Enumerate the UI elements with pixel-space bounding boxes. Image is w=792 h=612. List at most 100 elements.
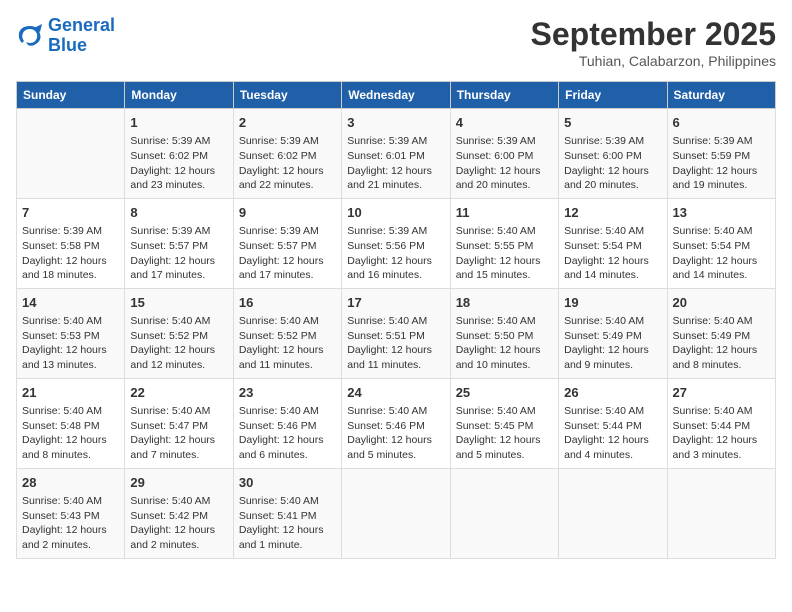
day-info: Sunrise: 5:40 AM Sunset: 5:49 PM Dayligh… (564, 314, 661, 373)
calendar-cell: 28 Sunrise: 5:40 AM Sunset: 5:43 PM Dayli… (17, 468, 125, 558)
day-info: Sunrise: 5:40 AM Sunset: 5:44 PM Dayligh… (673, 404, 770, 463)
calendar-cell: 10Sunrise: 5:39 AM Sunset: 5:56 PM Dayli… (342, 198, 450, 288)
day-number: 29 (130, 474, 227, 492)
day-info: Sunrise: 5:39 AM Sunset: 5:57 PM Dayligh… (239, 224, 336, 283)
week-row-3: 21Sunrise: 5:40 AM Sunset: 5:48 PM Dayli… (17, 378, 776, 468)
day-number: 1 (130, 114, 227, 132)
logo-line1: General (48, 15, 115, 35)
day-number: 19 (564, 294, 661, 312)
day-number: 23 (239, 384, 336, 402)
calendar-cell: 15 Sunrise: 5:40 AM Sunset: 5:52 PM Dayli… (125, 288, 233, 378)
day-number: 15 (130, 294, 227, 312)
day-number: 26 (564, 384, 661, 402)
day-info: Sunrise: 5:40 AM Sunset: 5:47 PM Dayligh… (130, 404, 227, 463)
weekday-header-friday: Friday (559, 82, 667, 109)
day-info: Sunrise: 5:39 AM Sunset: 5:59 PM Dayligh… (673, 134, 770, 193)
weekday-header-wednesday: Wednesday (342, 82, 450, 109)
calendar-cell: 17Sunrise: 5:40 AM Sunset: 5:51 PM Dayli… (342, 288, 450, 378)
calendar-cell (450, 468, 558, 558)
calendar-cell: 7 Sunrise: 5:39 AM Sunset: 5:58 PM Daylig… (17, 198, 125, 288)
calendar-cell: 25 Sunrise: 5:40 AM Sunset: 5:45 PM Dayli… (450, 378, 558, 468)
calendar-cell: 26Sunrise: 5:40 AM Sunset: 5:44 PM Dayli… (559, 378, 667, 468)
calendar-cell: 20 Sunrise: 5:40 AM Sunset: 5:49 PM Dayli… (667, 288, 775, 378)
calendar-cell: 5Sunrise: 5:39 AM Sunset: 6:00 PM Daylig… (559, 109, 667, 199)
day-number: 2 (239, 114, 336, 132)
calendar-cell: 9 Sunrise: 5:39 AM Sunset: 5:57 PM Daylig… (233, 198, 341, 288)
day-number: 18 (456, 294, 553, 312)
day-info: Sunrise: 5:39 AM Sunset: 5:58 PM Dayligh… (22, 224, 119, 283)
week-row-4: 28 Sunrise: 5:40 AM Sunset: 5:43 PM Dayli… (17, 468, 776, 558)
calendar-cell: 3 Sunrise: 5:39 AM Sunset: 6:01 PM Daylig… (342, 109, 450, 199)
location-subtitle: Tuhian, Calabarzon, Philippines (531, 53, 776, 69)
day-info: Sunrise: 5:39 AM Sunset: 5:57 PM Dayligh… (130, 224, 227, 283)
day-number: 8 (130, 204, 227, 222)
weekday-header-row: SundayMondayTuesdayWednesdayThursdayFrid… (17, 82, 776, 109)
day-number: 12 (564, 204, 661, 222)
day-info: Sunrise: 5:39 AM Sunset: 6:02 PM Dayligh… (239, 134, 336, 193)
day-number: 11 (456, 204, 553, 222)
day-number: 21 (22, 384, 119, 402)
day-info: Sunrise: 5:40 AM Sunset: 5:54 PM Dayligh… (673, 224, 770, 283)
day-info: Sunrise: 5:40 AM Sunset: 5:53 PM Dayligh… (22, 314, 119, 373)
week-row-1: 7 Sunrise: 5:39 AM Sunset: 5:58 PM Daylig… (17, 198, 776, 288)
calendar-cell: 8 Sunrise: 5:39 AM Sunset: 5:57 PM Daylig… (125, 198, 233, 288)
week-row-2: 14 Sunrise: 5:40 AM Sunset: 5:53 PM Dayli… (17, 288, 776, 378)
day-number: 3 (347, 114, 444, 132)
calendar-cell (17, 109, 125, 199)
calendar-cell: 23 Sunrise: 5:40 AM Sunset: 5:46 PM Dayli… (233, 378, 341, 468)
day-number: 7 (22, 204, 119, 222)
calendar-cell: 4 Sunrise: 5:39 AM Sunset: 6:00 PM Daylig… (450, 109, 558, 199)
day-info: Sunrise: 5:40 AM Sunset: 5:45 PM Dayligh… (456, 404, 553, 463)
calendar-cell: 24Sunrise: 5:40 AM Sunset: 5:46 PM Dayli… (342, 378, 450, 468)
day-number: 24 (347, 384, 444, 402)
day-number: 4 (456, 114, 553, 132)
day-info: Sunrise: 5:39 AM Sunset: 6:01 PM Dayligh… (347, 134, 444, 193)
weekday-header-monday: Monday (125, 82, 233, 109)
month-title: September 2025 (531, 16, 776, 53)
day-info: Sunrise: 5:40 AM Sunset: 5:41 PM Dayligh… (239, 494, 336, 553)
calendar-cell: 13 Sunrise: 5:40 AM Sunset: 5:54 PM Dayli… (667, 198, 775, 288)
calendar-cell: 14 Sunrise: 5:40 AM Sunset: 5:53 PM Dayli… (17, 288, 125, 378)
day-info: Sunrise: 5:39 AM Sunset: 6:00 PM Dayligh… (564, 134, 661, 193)
day-number: 30 (239, 474, 336, 492)
day-info: Sunrise: 5:40 AM Sunset: 5:55 PM Dayligh… (456, 224, 553, 283)
day-info: Sunrise: 5:40 AM Sunset: 5:50 PM Dayligh… (456, 314, 553, 373)
weekday-header-saturday: Saturday (667, 82, 775, 109)
title-block: September 2025 Tuhian, Calabarzon, Phili… (531, 16, 776, 69)
day-number: 20 (673, 294, 770, 312)
day-number: 22 (130, 384, 227, 402)
calendar-cell: 2 Sunrise: 5:39 AM Sunset: 6:02 PM Daylig… (233, 109, 341, 199)
day-number: 27 (673, 384, 770, 402)
logo-icon (16, 22, 44, 50)
day-info: Sunrise: 5:39 AM Sunset: 6:00 PM Dayligh… (456, 134, 553, 193)
day-info: Sunrise: 5:40 AM Sunset: 5:52 PM Dayligh… (130, 314, 227, 373)
day-number: 6 (673, 114, 770, 132)
day-info: Sunrise: 5:40 AM Sunset: 5:42 PM Dayligh… (130, 494, 227, 553)
day-info: Sunrise: 5:40 AM Sunset: 5:49 PM Dayligh… (673, 314, 770, 373)
calendar-cell: 6 Sunrise: 5:39 AM Sunset: 5:59 PM Daylig… (667, 109, 775, 199)
day-number: 16 (239, 294, 336, 312)
day-number: 14 (22, 294, 119, 312)
day-number: 25 (456, 384, 553, 402)
day-info: Sunrise: 5:40 AM Sunset: 5:46 PM Dayligh… (239, 404, 336, 463)
weekday-header-thursday: Thursday (450, 82, 558, 109)
day-info: Sunrise: 5:40 AM Sunset: 5:54 PM Dayligh… (564, 224, 661, 283)
day-info: Sunrise: 5:40 AM Sunset: 5:43 PM Dayligh… (22, 494, 119, 553)
page-header: General Blue September 2025 Tuhian, Cala… (16, 16, 776, 69)
day-number: 10 (347, 204, 444, 222)
calendar-cell: 21Sunrise: 5:40 AM Sunset: 5:48 PM Dayli… (17, 378, 125, 468)
day-number: 13 (673, 204, 770, 222)
calendar-cell: 30 Sunrise: 5:40 AM Sunset: 5:41 PM Dayli… (233, 468, 341, 558)
calendar-cell: 29 Sunrise: 5:40 AM Sunset: 5:42 PM Dayli… (125, 468, 233, 558)
day-info: Sunrise: 5:40 AM Sunset: 5:51 PM Dayligh… (347, 314, 444, 373)
calendar-cell: 11 Sunrise: 5:40 AM Sunset: 5:55 PM Dayli… (450, 198, 558, 288)
calendar-cell: 1Sunrise: 5:39 AM Sunset: 6:02 PM Daylig… (125, 109, 233, 199)
calendar-cell: 27 Sunrise: 5:40 AM Sunset: 5:44 PM Dayli… (667, 378, 775, 468)
calendar-cell (342, 468, 450, 558)
calendar-cell: 18 Sunrise: 5:40 AM Sunset: 5:50 PM Dayli… (450, 288, 558, 378)
day-number: 9 (239, 204, 336, 222)
day-info: Sunrise: 5:40 AM Sunset: 5:52 PM Dayligh… (239, 314, 336, 373)
weekday-header-tuesday: Tuesday (233, 82, 341, 109)
calendar-cell: 19 Sunrise: 5:40 AM Sunset: 5:49 PM Dayli… (559, 288, 667, 378)
day-number: 28 (22, 474, 119, 492)
